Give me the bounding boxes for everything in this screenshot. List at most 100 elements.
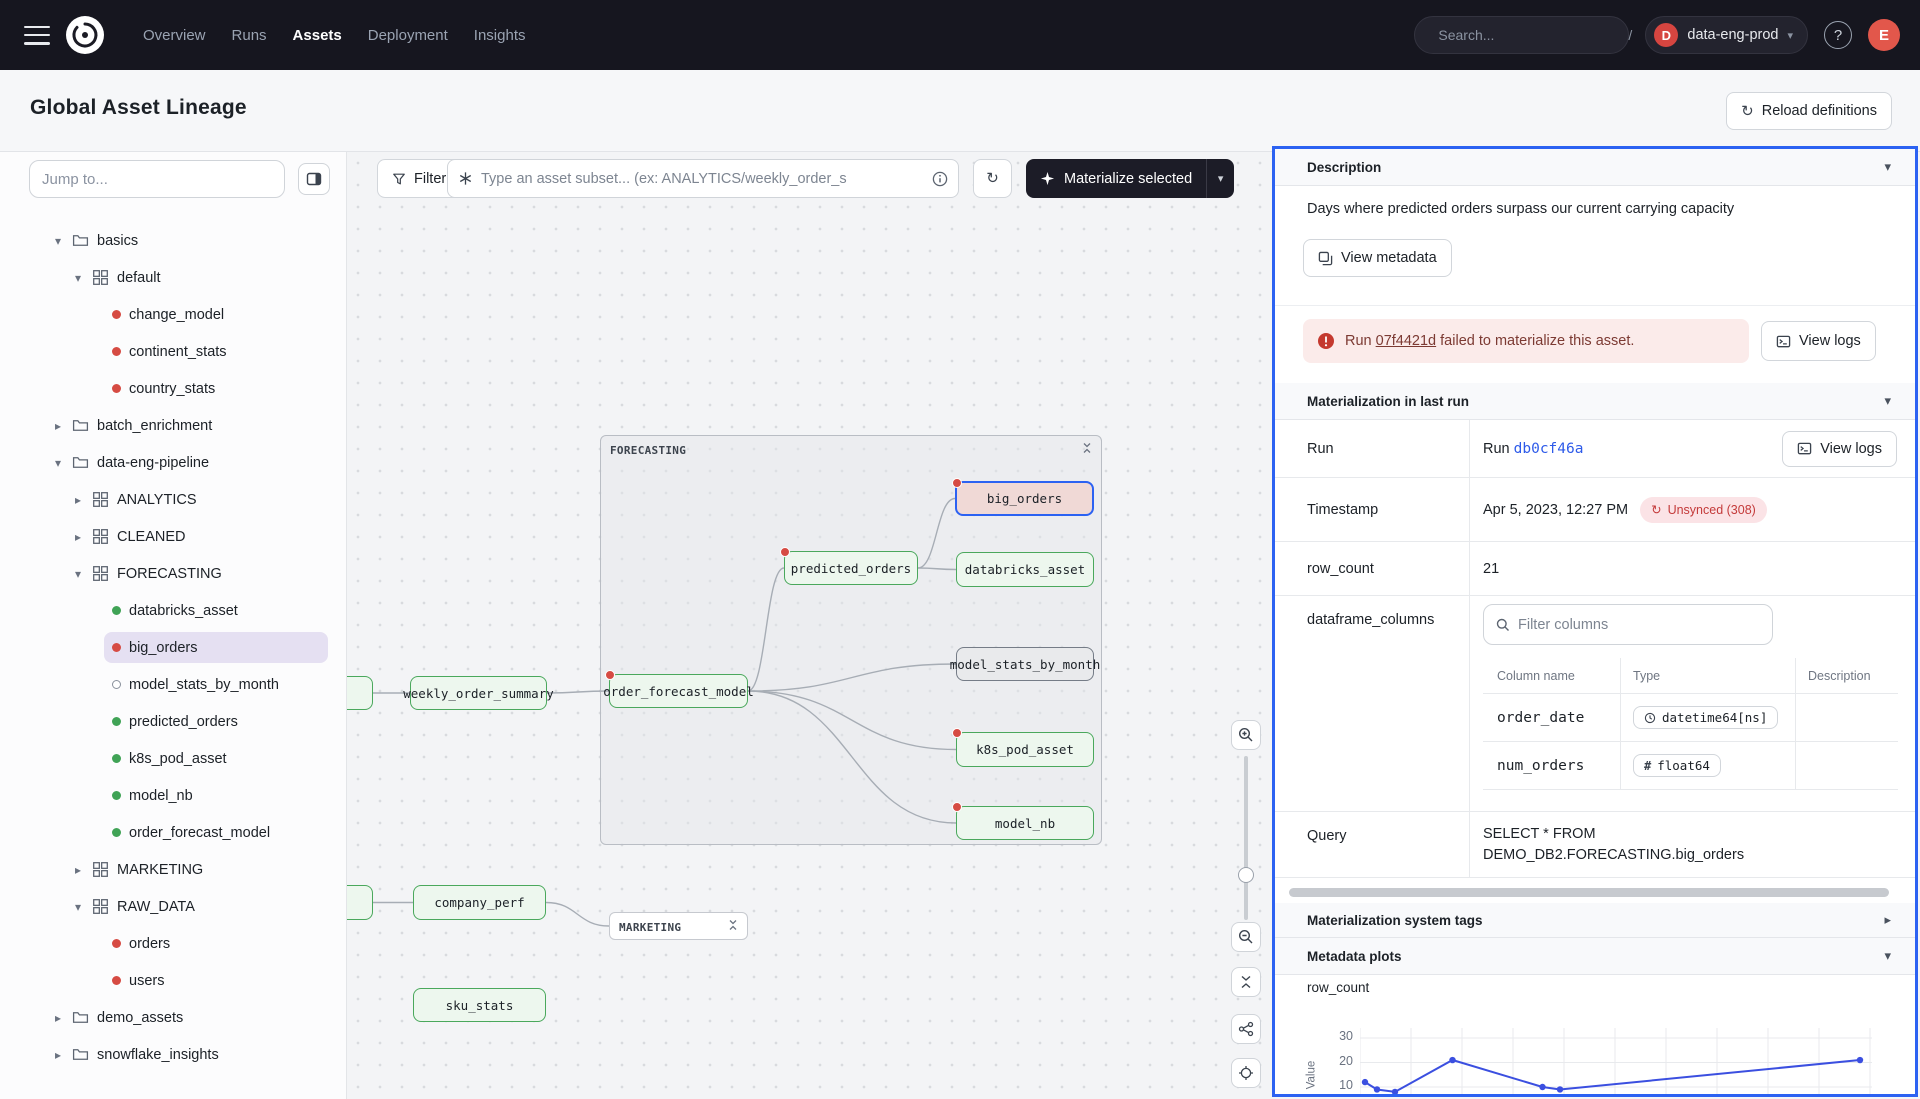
top-nav: OverviewRunsAssetsDeploymentInsights / D… <box>0 0 1920 70</box>
tree-item-order_forecast_model[interactable]: order_forecast_model <box>0 814 346 851</box>
asset-node-weekly_order_summary[interactable]: weekly_order_summary <box>410 676 547 710</box>
tree-item-users[interactable]: users <box>0 962 346 999</box>
horizontal-scrollbar[interactable] <box>1287 888 1903 897</box>
caret-right-icon[interactable]: ▸ <box>52 1011 64 1025</box>
tree-item-demo_assets[interactable]: ▸demo_assets <box>0 999 346 1036</box>
materialize-dropdown-caret[interactable]: ▾ <box>1206 159 1234 198</box>
tree-item-data-eng-pipeline[interactable]: ▾data-eng-pipeline <box>0 444 346 481</box>
caret-down-icon[interactable]: ▾ <box>52 456 64 470</box>
tree-item-change_model[interactable]: change_model <box>0 296 346 333</box>
caret-right-icon[interactable]: ▸ <box>72 863 84 877</box>
system-tags-section-header[interactable]: Materialization system tags ▸ <box>1275 903 1915 938</box>
nav-item-runs[interactable]: Runs <box>219 27 280 44</box>
nav-item-assets[interactable]: Assets <box>280 27 355 44</box>
asset-node-company_perf[interactable]: company_perf <box>413 885 546 920</box>
tree-item-k8s_pod_asset[interactable]: k8s_pod_asset <box>0 740 346 777</box>
hamburger-menu-icon[interactable] <box>24 26 50 45</box>
collapse-sidebar-button[interactable] <box>298 163 330 195</box>
tree-item-default[interactable]: ▾default <box>0 259 346 296</box>
chevron-down-icon[interactable]: ▾ <box>1884 393 1891 409</box>
tree-item-basics[interactable]: ▾basics <box>0 222 346 259</box>
asset-node-stub[interactable] <box>347 885 373 920</box>
asset-node-stub[interactable] <box>347 676 373 710</box>
failed-run-link[interactable]: 07f4421d <box>1376 333 1436 349</box>
unsynced-badge[interactable]: ↻ Unsynced (308) <box>1640 497 1767 523</box>
chevron-down-icon[interactable]: ▾ <box>1884 948 1891 964</box>
zoom-out-button[interactable] <box>1231 922 1261 952</box>
zoom-in-icon <box>1238 727 1254 743</box>
caret-down-icon[interactable]: ▾ <box>72 567 84 581</box>
global-search[interactable]: / <box>1414 16 1629 54</box>
materialize-selected-button[interactable]: Materialize selected ▾ <box>1026 159 1234 198</box>
run-view-logs-button[interactable]: View logs <box>1782 431 1897 467</box>
asset-node-label: weekly_order_summary <box>403 686 554 701</box>
collapse-groups-button[interactable] <box>1231 967 1261 997</box>
description-section-header[interactable]: Description ▾ <box>1275 149 1915 186</box>
tree-item-continent_stats[interactable]: continent_stats <box>0 333 346 370</box>
reload-definitions-button[interactable]: ↻ Reload definitions <box>1726 92 1892 130</box>
nav-item-deployment[interactable]: Deployment <box>355 27 461 44</box>
chevron-down-icon[interactable]: ▾ <box>1884 159 1891 175</box>
tree-item-big_orders[interactable]: big_orders <box>0 629 346 666</box>
tree-item-FORECASTING[interactable]: ▾FORECASTING <box>0 555 346 592</box>
deployment-switcher[interactable]: D data-eng-prod ▾ <box>1645 16 1808 54</box>
graph-group-marketing[interactable]: MARKETING <box>609 912 748 940</box>
caret-right-icon[interactable]: ▸ <box>72 493 84 507</box>
zoom-in-button[interactable] <box>1231 720 1261 750</box>
asset-node-sku_stats[interactable]: sku_stats <box>413 988 546 1022</box>
caret-down-icon[interactable]: ▾ <box>72 900 84 914</box>
zoom-slider-handle[interactable] <box>1238 867 1254 883</box>
center-view-button[interactable] <box>1231 1058 1261 1088</box>
user-avatar[interactable]: E <box>1868 19 1900 51</box>
caret-down-icon[interactable]: ▾ <box>52 234 64 248</box>
view-metadata-button[interactable]: View metadata <box>1303 239 1452 277</box>
graph-layout-button[interactable] <box>1231 1014 1261 1044</box>
materialization-section-header[interactable]: Materialization in last run ▾ <box>1275 383 1915 420</box>
tree-item-country_stats[interactable]: country_stats <box>0 370 346 407</box>
asset-node-k8s_pod_asset[interactable]: k8s_pod_asset <box>956 732 1094 767</box>
tree-item-snowflake_insights[interactable]: ▸snowflake_insights <box>0 1036 346 1073</box>
asset-node-predicted_orders[interactable]: predicted_orders <box>784 551 918 585</box>
filter-columns-input[interactable] <box>1518 617 1760 633</box>
tree-item-RAW_DATA[interactable]: ▾RAW_DATA <box>0 888 346 925</box>
search-input[interactable] <box>1438 27 1619 43</box>
status-dot-red <box>112 976 121 985</box>
tree-item-ANALYTICS[interactable]: ▸ANALYTICS <box>0 481 346 518</box>
zoom-slider-track[interactable] <box>1244 756 1248 920</box>
asset-node-model_stats_by_month[interactable]: model_stats_by_month <box>956 647 1094 681</box>
tree-item-MARKETING[interactable]: ▸MARKETING <box>0 851 346 888</box>
tree-item-label: users <box>129 973 164 989</box>
alert-view-logs-button[interactable]: View logs <box>1761 321 1876 361</box>
tree-item-databricks_asset[interactable]: databricks_asset <box>0 592 346 629</box>
help-button[interactable]: ? <box>1824 21 1852 49</box>
asset-subset-input-wrap <box>447 159 959 198</box>
caret-right-icon[interactable]: ▸ <box>72 530 84 544</box>
materialize-main[interactable]: Materialize selected <box>1026 159 1206 198</box>
asset-node-model_nb[interactable]: model_nb <box>956 806 1094 840</box>
asset-subset-input[interactable] <box>481 171 924 187</box>
nav-item-insights[interactable]: Insights <box>461 27 539 44</box>
tree-item-model_nb[interactable]: model_nb <box>0 777 346 814</box>
caret-down-icon[interactable]: ▾ <box>72 271 84 285</box>
jump-to-input[interactable] <box>29 160 285 198</box>
tree-item-batch_enrichment[interactable]: ▸batch_enrichment <box>0 407 346 444</box>
caret-right-icon[interactable]: ▸ <box>52 1048 64 1062</box>
metadata-plots-section-header[interactable]: Metadata plots ▾ <box>1275 938 1915 975</box>
dagster-logo[interactable] <box>66 16 104 54</box>
info-icon[interactable] <box>932 171 948 187</box>
caret-right-icon[interactable]: ▸ <box>52 419 64 433</box>
tree-item-predicted_orders[interactable]: predicted_orders <box>0 703 346 740</box>
nav-item-overview[interactable]: Overview <box>130 27 219 44</box>
scrollbar-thumb[interactable] <box>1289 888 1889 897</box>
tree-item-model_stats_by_month[interactable]: model_stats_by_month <box>0 666 346 703</box>
asset-node-big_orders[interactable]: big_orders <box>955 481 1094 516</box>
chevron-right-icon[interactable]: ▸ <box>1884 912 1891 928</box>
asset-node-databricks_asset[interactable]: databricks_asset <box>956 552 1094 587</box>
filter-columns-wrap <box>1483 604 1773 645</box>
collapse-group-icon[interactable] <box>728 918 738 936</box>
run-id-link[interactable]: db0cf46a <box>1514 441 1584 457</box>
tree-item-CLEANED[interactable]: ▸CLEANED <box>0 518 346 555</box>
refresh-graph-button[interactable]: ↻ <box>973 159 1012 198</box>
asset-node-order_forecast_model[interactable]: order_forecast_model <box>609 674 748 708</box>
tree-item-orders[interactable]: orders <box>0 925 346 962</box>
